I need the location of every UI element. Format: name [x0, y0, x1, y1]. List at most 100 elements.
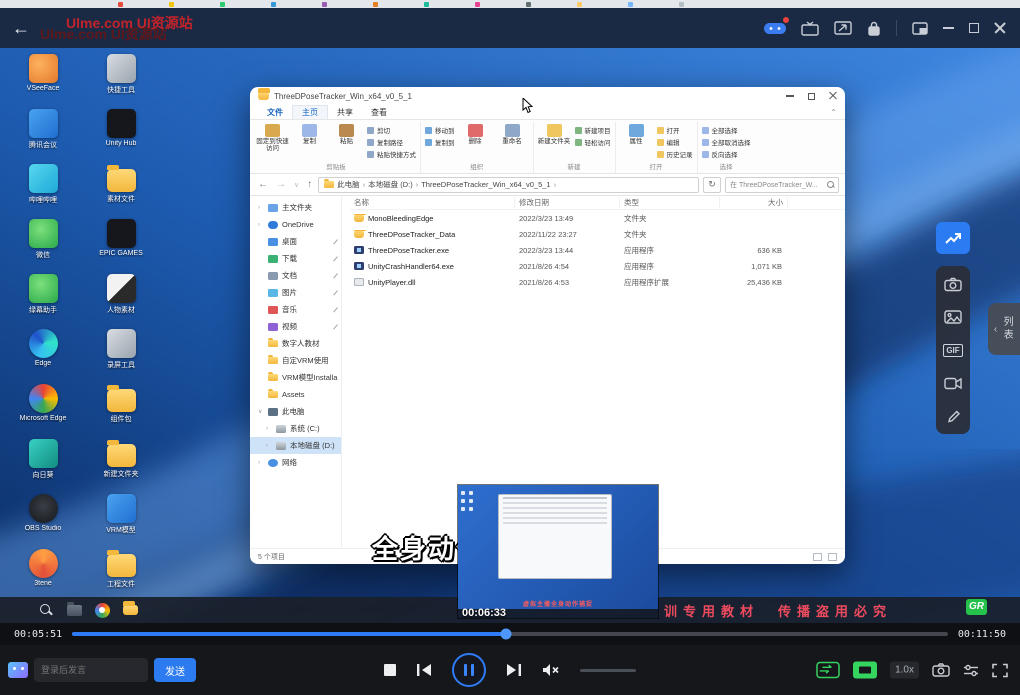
pin-quick-access-button[interactable]: 固定到快速访问 [256, 122, 289, 160]
details-view-icon[interactable] [813, 553, 822, 561]
taskbar-folder-icon[interactable] [122, 602, 138, 618]
next-button[interactable] [506, 663, 522, 677]
desktop-icon[interactable]: Unity Hub [82, 109, 160, 164]
nav-item-d-drive[interactable]: ›本地磁盘 (D:) [250, 437, 341, 454]
nav-item-downloads[interactable]: 下载 [250, 250, 341, 267]
breadcrumb-this-pc[interactable]: 此电脑 [337, 179, 360, 190]
column-type[interactable]: 类型 [620, 197, 720, 208]
nav-item-folder-1[interactable]: 数字人教材 [250, 335, 341, 352]
snapshot-icon[interactable] [932, 663, 950, 678]
move-to-button[interactable]: 移动到 [425, 125, 455, 135]
seek-knob[interactable] [500, 629, 511, 640]
explorer-titlebar[interactable]: ThreeDPoseTracker_Win_x64_v0_5_1 [250, 87, 845, 105]
nav-item-home[interactable]: ›主文件夹 [250, 199, 341, 216]
column-date[interactable]: 修改日期 [515, 197, 620, 208]
tab-view[interactable]: 查看 [362, 106, 396, 119]
desktop-icon[interactable]: EPIC GAMES [82, 219, 160, 274]
edit-button[interactable]: 编辑 [657, 137, 693, 147]
minimize-button[interactable] [943, 27, 954, 29]
desktop-icon[interactable]: 新建文件夹 [82, 439, 160, 494]
nav-item-folder-3[interactable]: VRM模型Installa [250, 369, 341, 386]
share-button[interactable] [936, 222, 970, 254]
fullscreen-icon[interactable] [992, 663, 1008, 677]
nav-up-button[interactable]: ↑ [305, 179, 314, 190]
lock-icon[interactable] [867, 21, 881, 36]
rename-button[interactable]: 重命名 [496, 122, 529, 160]
tab-home[interactable]: 主页 [292, 105, 328, 119]
cut-button[interactable]: 剪切 [367, 125, 416, 135]
desktop-icon[interactable]: Edge [4, 329, 82, 384]
desktop-icon[interactable]: 人物素材 [82, 274, 160, 329]
desktop-icon[interactable]: Microsoft Edge [4, 384, 82, 439]
paste-button[interactable]: 粘贴 [330, 122, 363, 160]
desktop-icon[interactable]: 绿幕助手 [4, 274, 82, 329]
nav-item-videos[interactable]: 视频 [250, 318, 341, 335]
screenshot-icon[interactable] [944, 276, 962, 292]
breadcrumb[interactable]: 此电脑 › 本地磁盘 (D:) › ThreeDPoseTracker_Win_… [318, 177, 699, 193]
explorer-minimize-button[interactable] [786, 95, 794, 96]
desktop-icon[interactable]: 快捷工具 [82, 54, 160, 109]
delete-button[interactable]: 删除 [459, 122, 492, 160]
desktop-icon[interactable]: VRM模型 [82, 494, 160, 549]
desktop-icon[interactable]: OBS Studio [4, 494, 82, 549]
file-row[interactable]: ThreeDPoseTracker_Data 2022/11/22 23:27 … [350, 226, 845, 242]
mirror-toggle-icon[interactable] [816, 662, 840, 679]
pen-icon[interactable] [944, 408, 962, 424]
mini-window-icon[interactable] [912, 22, 928, 35]
settings-sliders-icon[interactable] [963, 663, 979, 677]
video-record-icon[interactable] [944, 375, 962, 391]
column-size[interactable]: 大小 [720, 197, 788, 208]
volume-slider[interactable] [580, 669, 636, 672]
pause-button[interactable] [452, 653, 486, 687]
nav-item-network[interactable]: ›网络 [250, 454, 341, 471]
nav-history-button[interactable]: ∨ [292, 181, 301, 189]
tv-icon[interactable] [801, 21, 819, 36]
nav-item-this-pc[interactable]: ∨此电脑 [250, 403, 341, 420]
taskbar-explorer-icon[interactable] [66, 602, 82, 618]
paste-shortcut-button[interactable]: 粘贴快捷方式 [367, 149, 416, 159]
maximize-button[interactable] [969, 23, 979, 33]
cast-icon[interactable] [834, 21, 852, 35]
tab-file[interactable]: 文件 [258, 106, 292, 119]
nav-item-onedrive[interactable]: ›OneDrive [250, 216, 341, 233]
tab-share[interactable]: 共享 [328, 106, 362, 119]
nav-item-folder-4[interactable]: Assets [250, 386, 341, 403]
column-name[interactable]: 名称 [350, 197, 515, 208]
new-item-button[interactable]: 新建项目 [575, 125, 611, 135]
nav-back-button[interactable]: ← [256, 179, 270, 190]
refresh-button[interactable]: ↻ [703, 177, 721, 193]
gif-icon[interactable]: GIF [944, 342, 962, 358]
explorer-maximize-button[interactable] [808, 93, 815, 100]
nav-item-music[interactable]: 音乐 [250, 301, 341, 318]
new-folder-button[interactable]: 新建文件夹 [538, 122, 571, 160]
mute-button[interactable] [542, 663, 560, 677]
chat-input[interactable] [34, 658, 148, 682]
close-button[interactable] [994, 22, 1006, 34]
desktop-icon[interactable]: VSeeFace [4, 54, 82, 109]
seek-bar[interactable] [72, 632, 948, 636]
breadcrumb-d-drive[interactable]: 本地磁盘 (D:) [368, 179, 413, 190]
search-box[interactable]: 在 ThreeDPoseTracker_W... [725, 177, 839, 193]
properties-button[interactable]: 属性 [620, 122, 653, 160]
mini-player-toggle-icon[interactable] [853, 662, 877, 679]
copy-button[interactable]: 复制 [293, 122, 326, 160]
nav-item-documents[interactable]: 文档 [250, 267, 341, 284]
explorer-close-button[interactable] [829, 92, 837, 100]
send-button[interactable]: 发送 [154, 658, 196, 682]
select-none-button[interactable]: 全部取消选择 [702, 137, 751, 147]
desktop-icon[interactable]: 素材文件 [82, 164, 160, 219]
desktop-icon[interactable]: 向日葵 [4, 439, 82, 494]
history-button[interactable]: 历史记录 [657, 149, 693, 159]
start-button[interactable] [10, 602, 26, 618]
desktop-icon[interactable]: 腾讯会议 [4, 109, 82, 164]
stop-button[interactable] [384, 664, 396, 676]
open-button[interactable]: 打开 [657, 125, 693, 135]
file-row[interactable]: UnityCrashHandler64.exe 2021/8/26 4:54 应… [350, 258, 845, 274]
nav-forward-button[interactable]: → [274, 179, 288, 190]
nav-item-c-drive[interactable]: ›系统 (C:) [250, 420, 341, 437]
taskbar-browser-icon[interactable] [94, 602, 110, 618]
ribbon-collapse-icon[interactable]: ⌃ [830, 108, 837, 117]
invert-selection-button[interactable]: 反向选择 [702, 149, 751, 159]
copy-path-button[interactable]: 复制路径 [367, 137, 416, 147]
gamepad-icon[interactable] [764, 21, 786, 36]
